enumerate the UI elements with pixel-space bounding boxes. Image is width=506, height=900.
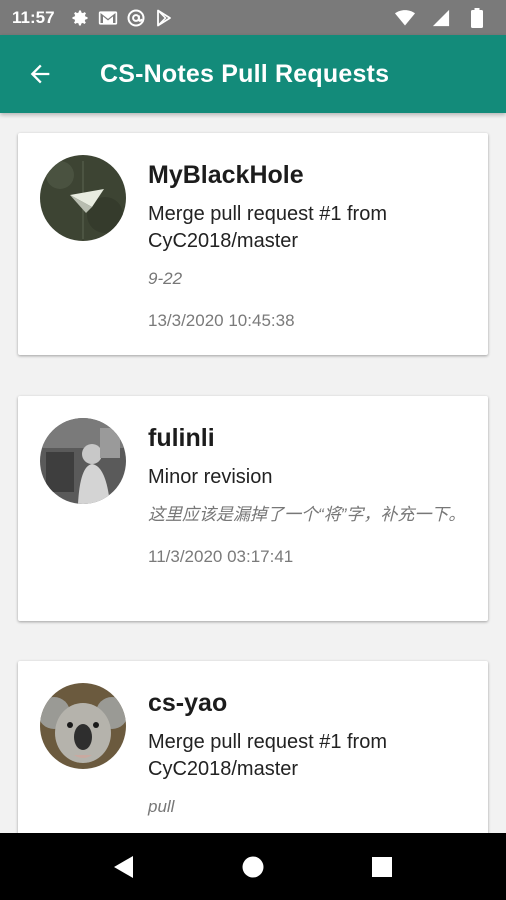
- nav-recents-button[interactable]: [357, 842, 407, 892]
- pull-request-card[interactable]: MyBlackHole Merge pull request #1 from C…: [18, 133, 488, 355]
- pr-title: Merge pull request #1 from CyC2018/maste…: [148, 731, 388, 780]
- pr-body: pull: [148, 797, 175, 816]
- avatar: [40, 683, 126, 769]
- pull-request-card[interactable]: fulinli Minor revision 这里应该是漏掉了一个“将”字，补充…: [18, 396, 488, 621]
- home-circle-icon: [242, 856, 264, 877]
- at-sign-icon: [125, 7, 147, 29]
- wifi-icon: [394, 7, 416, 29]
- nav-home-button[interactable]: [228, 842, 278, 892]
- gmail-icon: [97, 7, 119, 29]
- status-bar: 11:57: [0, 0, 506, 35]
- arrow-back-icon: [30, 64, 50, 84]
- pr-author: fulinli: [148, 424, 215, 452]
- play-store-icon: [153, 7, 175, 29]
- back-button[interactable]: [20, 54, 60, 94]
- page-title: CS-Notes Pull Requests: [100, 59, 390, 88]
- status-time: 11:57: [12, 7, 55, 27]
- pr-author: cs-yao: [148, 689, 228, 717]
- signal-icon: [430, 7, 452, 29]
- back-triangle-icon: [114, 855, 134, 878]
- pr-body: 这里应该是漏掉了一个“将”字，补充一下。: [148, 505, 466, 524]
- nav-back-button[interactable]: [99, 842, 149, 892]
- pr-body: 9-22: [148, 269, 183, 288]
- pr-date: 11/3/2020 03:17:41: [148, 547, 294, 566]
- recents-square-icon: [371, 856, 392, 877]
- navigation-bar: [0, 833, 506, 900]
- pr-date: 13/3/2020 10:45:38: [148, 311, 295, 330]
- pr-title: Minor revision: [148, 466, 273, 488]
- pull-request-list[interactable]: MyBlackHole Merge pull request #1 from C…: [0, 113, 506, 833]
- avatar: [40, 418, 126, 504]
- pull-request-card[interactable]: cs-yao Merge pull request #1 from CyC201…: [18, 661, 488, 833]
- avatar: [40, 155, 126, 241]
- pr-title: Merge pull request #1 from CyC2018/maste…: [148, 203, 388, 252]
- app-bar: CS-Notes Pull Requests: [0, 35, 506, 113]
- gear-icon: [69, 7, 91, 29]
- pr-author: MyBlackHole: [148, 161, 304, 189]
- battery-icon: [466, 7, 488, 29]
